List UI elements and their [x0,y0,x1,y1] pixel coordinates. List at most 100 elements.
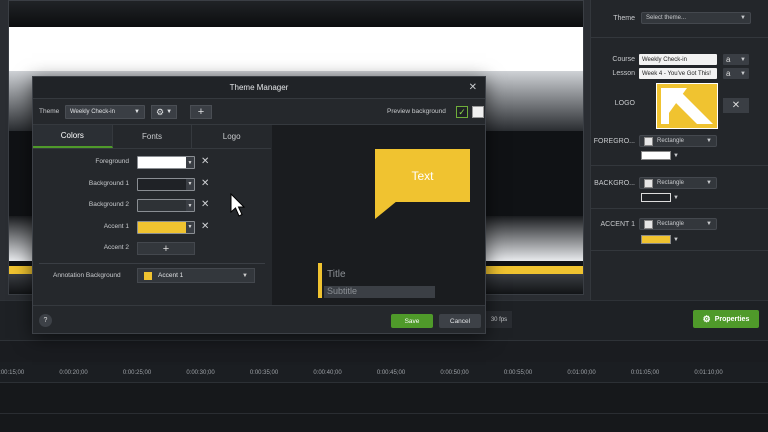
divider [591,165,768,166]
color-swatch-picker[interactable]: ▼ [137,199,195,212]
lesson-font-button[interactable]: a ▼ [723,68,749,79]
color-swatch [641,193,671,202]
theme-select[interactable]: Select theme... ▼ [641,12,751,24]
remove-logo-button[interactable]: ✕ [723,98,749,113]
logo-image [661,88,713,124]
logo-label: LOGO [614,100,635,107]
chevron-down-icon: ▼ [673,194,679,201]
preview-band [9,27,583,71]
help-icon: ? [43,317,48,324]
color-row: Background 1 ▼ ✕ [33,177,271,193]
color-swatch-picker[interactable]: ▼ [137,177,195,191]
chevron-down-icon: ▼ [740,70,746,77]
remove-color-icon[interactable]: ✕ [201,221,209,232]
accent2-label: Accent 2 [103,244,129,251]
remove-color-icon[interactable]: ✕ [201,156,209,167]
timeline-tick-label: 0:00:55;00 [503,370,533,376]
color-row-label: Accent 1 [103,222,129,230]
foreground-color-picker[interactable]: ▼ [641,151,679,160]
color-swatch-picker[interactable]: ▼ [137,220,195,234]
lower-third-subtitle: Subtitle [327,286,358,296]
gear-icon: ⚙ [155,106,165,117]
lower-third-accent-bar [318,263,322,298]
properties-label: Properties [714,315,750,323]
course-font-button[interactable]: a ▼ [723,54,749,65]
shape-select-content: Rectangle [644,219,685,229]
chevron-down-icon: ▼ [186,178,194,190]
course-input[interactable]: Weekly Check-in [639,54,717,65]
timeline-tick-label: 0:00:30;00 [186,370,215,376]
timeline-tick-label: 0:00:20;00 [59,370,88,376]
mouse-cursor-icon [230,193,246,217]
chevron-down-icon: ▼ [242,272,248,279]
accent-color-picker[interactable]: ▼ [641,235,679,244]
annotation-background-value: Accent 1 [158,272,184,279]
shape-label: Rectangle [657,221,685,227]
theme-row: Theme Select theme... ▼ [591,12,768,24]
theme-dropdown[interactable]: Weekly Check-in ▼ [65,105,145,119]
timeline-tick-label: 0:00:25;00 [122,370,152,376]
logo-row: LOGO [591,100,635,107]
chevron-down-icon: ▼ [673,152,679,159]
accent-shape-select[interactable]: Rectangle ▼ [639,218,717,230]
help-button[interactable]: ? [39,314,52,327]
annotation-background-select[interactable]: Accent 1 ▼ [137,268,255,283]
timeline-tick-label: 0:00:40;00 [313,370,342,376]
tab-logo[interactable]: Logo [192,125,271,148]
track-divider [0,413,768,414]
foreground-shape-select[interactable]: Rectangle ▼ [639,135,717,147]
cancel-button[interactable]: Cancel [439,314,481,328]
add-accent2-button[interactable]: + [137,242,195,255]
callout-text: Text [411,168,434,183]
divider [591,37,768,38]
remove-color-icon[interactable]: ✕ [201,178,209,189]
font-icon: a [726,69,731,78]
course-label: Course [612,56,635,63]
preview-band [9,1,583,27]
dialog-footer: ? Save Cancel [33,305,485,333]
add-theme-button[interactable]: + [190,105,212,119]
timeline-tick-label: 0:00:35;00 [249,370,279,376]
background-shape-select[interactable]: Rectangle ▼ [639,177,717,189]
tab-fonts[interactable]: Fonts [113,125,193,148]
lesson-input[interactable]: Week 4 - You've Got This! [639,68,717,79]
preview-background-color[interactable] [472,106,484,118]
accent-swatch-icon [144,271,152,280]
properties-button[interactable]: ⚙ Properties [693,310,759,328]
preview-background-checkbox[interactable]: ✓ [456,106,468,118]
divider [591,208,768,209]
save-button[interactable]: Save [391,314,433,328]
shape-label: Rectangle [657,180,685,186]
chevron-down-icon: ▼ [740,56,746,63]
theme-dropdown-value: Weekly Check-in [70,109,115,115]
lesson-row: Lesson Week 4 - You've Got This! a ▼ [591,68,768,79]
fps-indicator: 30 fps [486,311,512,328]
accent-row: ACCENT 1 Rectangle ▼ [591,218,717,230]
chevron-down-icon: ▼ [166,109,173,115]
shape-select-content: Rectangle [644,136,685,146]
lower-third-title: Title [327,269,346,280]
theme-manager-dialog: Theme Manager ✕ Theme Weekly Check-in ▼ … [32,76,486,334]
chevron-down-icon: ▼ [673,236,679,243]
foreground-label: FOREGRO... [593,137,635,145]
tab-colors[interactable]: Colors [33,125,113,148]
background-color-picker[interactable]: ▼ [641,193,679,202]
remove-color-icon[interactable]: ✕ [201,199,209,210]
logo-thumbnail[interactable] [656,83,718,129]
divider [591,250,768,251]
chevron-down-icon: ▼ [706,221,712,227]
plus-icon: + [197,106,205,118]
app-root: Theme Select theme... ▼ Course Weekly Ch… [0,0,768,432]
timeline-ruler[interactable] [0,340,768,362]
color-row-label: Foreground [95,158,129,165]
theme-settings-button[interactable]: ⚙ ▼ [151,105,177,119]
color-swatch [641,151,671,160]
timeline-tick-label: 0:01:10;00 [694,370,723,376]
close-icon[interactable]: ✕ [469,82,477,93]
shape-label: Rectangle [657,138,685,144]
timeline-tracks[interactable] [0,382,768,432]
color-swatch-picker[interactable]: ▼ [137,156,195,169]
dialog-tabs: Colors Fonts Logo [33,125,271,149]
shape-select-content: Rectangle [644,178,685,188]
lesson-label: Lesson [612,70,635,77]
